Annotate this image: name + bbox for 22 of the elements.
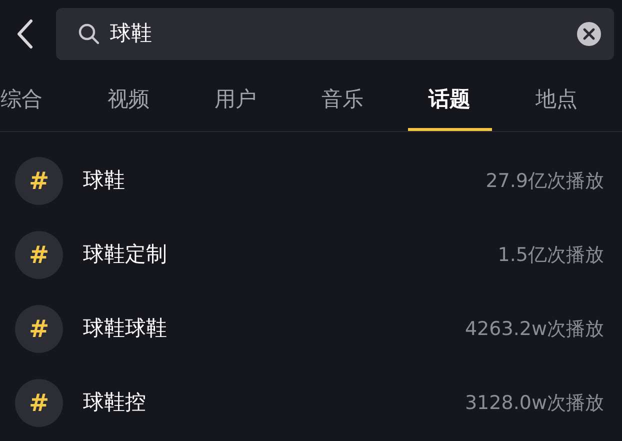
topic-name[interactable]: 球鞋控	[83, 387, 146, 419]
hashtag-badge: #	[15, 379, 63, 427]
hashtag-badge: #	[15, 157, 63, 205]
search-icon	[78, 23, 100, 45]
search-input[interactable]: 球鞋	[110, 18, 566, 50]
tab[interactable]: 地点	[503, 68, 610, 131]
topic-name[interactable]: 球鞋球鞋	[83, 313, 167, 345]
hashtag-badge: #	[15, 231, 63, 279]
play-count: 27.9亿次播放	[486, 168, 604, 194]
search-field[interactable]: 球鞋	[56, 8, 614, 60]
tab[interactable]: 综合	[0, 68, 75, 131]
tab[interactable]: 视频	[75, 68, 182, 131]
topic-name[interactable]: 球鞋定制	[83, 239, 167, 271]
hashtag-badge: #	[15, 305, 63, 353]
play-count: 1.5亿次播放	[498, 242, 604, 268]
tab[interactable]: 用户	[182, 68, 289, 131]
tab[interactable]: 话题	[396, 68, 503, 131]
clear-icon[interactable]	[576, 21, 602, 47]
topic-name[interactable]: 球鞋	[83, 165, 125, 197]
play-count: 3128.0w次播放	[464, 390, 604, 416]
tab[interactable]: 音乐	[289, 68, 396, 131]
play-count: 4263.2w次播放	[464, 316, 604, 342]
